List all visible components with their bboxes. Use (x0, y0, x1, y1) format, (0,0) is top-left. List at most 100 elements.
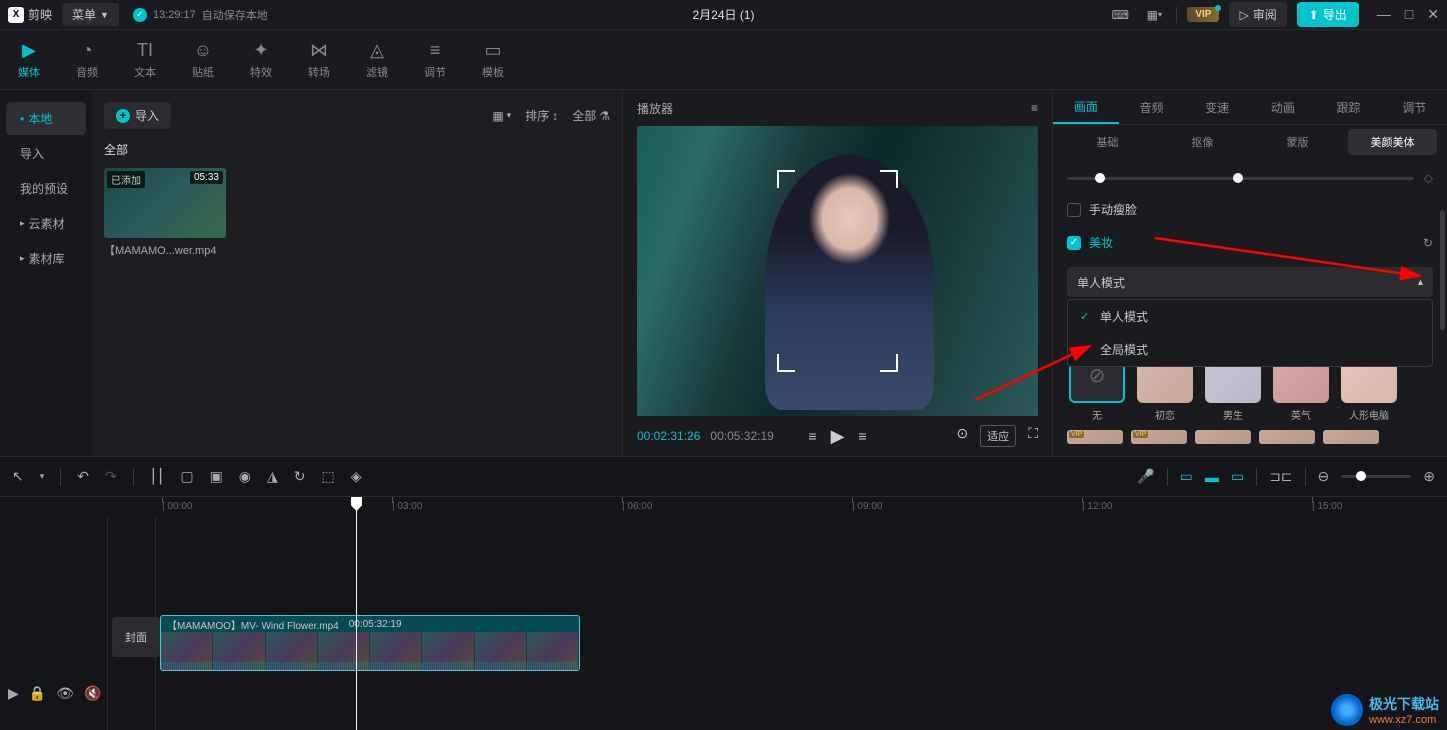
tab-adjust[interactable]: 调节 (1381, 90, 1447, 124)
tab-speed[interactable]: 变速 (1184, 90, 1250, 124)
next-frame-button[interactable]: ≡ (858, 428, 866, 444)
makeup-checkbox[interactable]: ✓ 美妆 ↻ (1067, 234, 1433, 251)
export-icon: ⬆ (1309, 8, 1319, 22)
video-clip[interactable]: 【MAMAMOO】MV- Wind Flower.mp4 00:05:32:19 (160, 615, 580, 671)
tab-picture[interactable]: 画面 (1053, 90, 1119, 124)
preset-mini[interactable]: VIP (1067, 430, 1123, 444)
tool-adjust[interactable]: ≡调节 (406, 30, 464, 89)
tool-text[interactable]: TI文本 (116, 30, 174, 89)
sidebar-presets[interactable]: 我的预设 (6, 172, 86, 205)
split-tool[interactable]: ⎮⎮ (150, 468, 165, 485)
speed-tool[interactable]: ◉ (239, 468, 251, 485)
vip-badge[interactable]: VIP (1187, 7, 1219, 22)
chevron-up-icon: ▴ (1418, 277, 1423, 288)
track-eye-icon[interactable]: 👁 (56, 685, 74, 702)
filter-icon: ◬ (370, 40, 384, 61)
maximize-button[interactable]: □ (1405, 6, 1413, 23)
preset-mini[interactable] (1195, 430, 1251, 444)
undo-button[interactable]: ↶ (77, 468, 89, 485)
dropdown-option-global[interactable]: 全局模式 (1068, 333, 1432, 366)
fit-button[interactable]: 适应 (980, 425, 1016, 447)
redo-button[interactable]: ↷ (105, 468, 117, 485)
export-button[interactable]: ⬆ 导出 (1297, 2, 1359, 27)
tool-transition[interactable]: ⋈转场 (290, 30, 348, 89)
sidebar-library[interactable]: ▸素材库 (6, 242, 86, 275)
tab-audio[interactable]: 音频 (1119, 90, 1185, 124)
tool-media[interactable]: ▶媒体 (0, 30, 58, 89)
review-button[interactable]: ▷ 审阅 (1229, 2, 1286, 27)
tool-effects[interactable]: ✦特效 (232, 30, 290, 89)
left-sidebar: •本地 导入 我的预设 ▸云素材 ▸素材库 (0, 90, 92, 456)
crop-corner-bl[interactable] (777, 354, 795, 372)
track-toggle-2[interactable]: ▬ (1205, 469, 1219, 485)
track-mute-icon[interactable]: 🔇 (84, 685, 101, 702)
menu-button[interactable]: 菜单 ▼ (62, 3, 119, 26)
scrollbar[interactable] (1440, 210, 1445, 330)
tool-audio[interactable]: ◔音频 (58, 30, 116, 89)
delete-left-tool[interactable]: ▢ (180, 468, 193, 485)
subtab-beauty[interactable]: 美颜美体 (1348, 129, 1437, 155)
filter-all-button[interactable]: 全部 ⚗ (572, 107, 610, 124)
track-toggle-1[interactable]: ▭ (1180, 468, 1193, 485)
pointer-tool[interactable]: ↖ (12, 468, 24, 485)
sidebar-cloud[interactable]: ▸云素材 (6, 207, 86, 240)
import-button[interactable]: + 导入 (104, 102, 171, 129)
minimize-button[interactable]: — (1377, 6, 1391, 23)
reset-icon[interactable]: ↻ (1423, 236, 1433, 250)
track-toggle-3[interactable]: ▭ (1231, 468, 1244, 485)
close-button[interactable]: ✕ (1427, 6, 1439, 23)
delete-right-tool[interactable]: ▣ (210, 468, 223, 485)
crop-corner-br[interactable] (880, 354, 898, 372)
pointer-dropdown[interactable]: ▾ (40, 471, 45, 482)
watermark-icon (1331, 694, 1363, 726)
subtab-cutout[interactable]: 抠像 (1158, 129, 1247, 155)
layout-icon[interactable]: ▦▾ (1142, 6, 1166, 24)
beauty-slider[interactable] (1067, 177, 1414, 180)
zoom-slider[interactable] (1341, 475, 1411, 478)
keyboard-icon[interactable]: ⌨ (1108, 6, 1132, 24)
mic-icon[interactable]: 🎤 (1137, 468, 1154, 485)
view-toggle[interactable]: ▦ ▾ (492, 109, 511, 123)
playhead[interactable] (356, 497, 357, 730)
sort-button[interactable]: 排序 ↕ (525, 107, 558, 124)
rotate-tool[interactable]: ↻ (294, 468, 306, 485)
zoom-out-icon[interactable]: ⊖ (1318, 468, 1330, 485)
player-viewport[interactable] (637, 126, 1038, 416)
subtab-basic[interactable]: 基础 (1063, 129, 1152, 155)
subtab-mask[interactable]: 蒙版 (1253, 129, 1342, 155)
media-clip[interactable]: 已添加 05:33 【MAMAMO...wer.mp4 (104, 168, 226, 258)
tool-filter[interactable]: ◬滤镜 (348, 30, 406, 89)
tool-template[interactable]: ▭模板 (464, 30, 522, 89)
zoom-in-icon[interactable]: ⊕ (1423, 468, 1435, 485)
manual-face-checkbox[interactable]: 手动瘦脸 (1067, 201, 1433, 218)
fullscreen-icon[interactable]: ⛶ (1028, 425, 1038, 447)
timeline-tracks[interactable]: 【MAMAMOO】MV- Wind Flower.mp4 00:05:32:19 (156, 517, 1447, 730)
tool-sticker[interactable]: ☺贴纸 (174, 30, 232, 89)
crop-corner-tr[interactable] (880, 170, 898, 188)
focus-icon[interactable]: ⊙ (956, 425, 968, 447)
track-video-icon[interactable]: ▶ (8, 685, 19, 702)
preset-mini[interactable]: VIP (1131, 430, 1187, 444)
audio-icon: ◔ (82, 40, 93, 61)
track-lock-icon[interactable]: 🔒 (29, 685, 46, 702)
keyframe-icon[interactable]: ◇ (1424, 171, 1433, 185)
player-menu-icon[interactable]: ≡ (1031, 101, 1038, 115)
media-tab-all[interactable]: 全部 (104, 141, 610, 158)
mode-dropdown[interactable]: 单人模式 ▴ ✓ 单人模式 全局模式 (1067, 267, 1433, 297)
smart-tool[interactable]: ◈ (351, 468, 362, 485)
dropdown-option-single[interactable]: ✓ 单人模式 (1068, 300, 1432, 333)
play-button[interactable]: ▶ (831, 426, 845, 447)
crop-tool[interactable]: ⬚ (322, 468, 335, 485)
cover-button[interactable]: 封面 (112, 617, 160, 657)
magnet-icon[interactable]: ⊐⊏ (1269, 468, 1292, 485)
sidebar-import[interactable]: 导入 (6, 137, 86, 170)
preset-mini[interactable] (1323, 430, 1379, 444)
mirror-tool[interactable]: ◮ (267, 468, 278, 485)
top-toolbar: ▶媒体 ◔音频 TI文本 ☺贴纸 ✦特效 ⋈转场 ◬滤镜 ≡调节 ▭模板 (0, 30, 1447, 90)
preset-mini[interactable] (1259, 430, 1315, 444)
tab-animation[interactable]: 动画 (1250, 90, 1316, 124)
prev-frame-button[interactable]: ≡ (808, 428, 816, 444)
sidebar-local[interactable]: •本地 (6, 102, 86, 135)
tab-tracking[interactable]: 跟踪 (1316, 90, 1382, 124)
crop-corner-tl[interactable] (777, 170, 795, 188)
